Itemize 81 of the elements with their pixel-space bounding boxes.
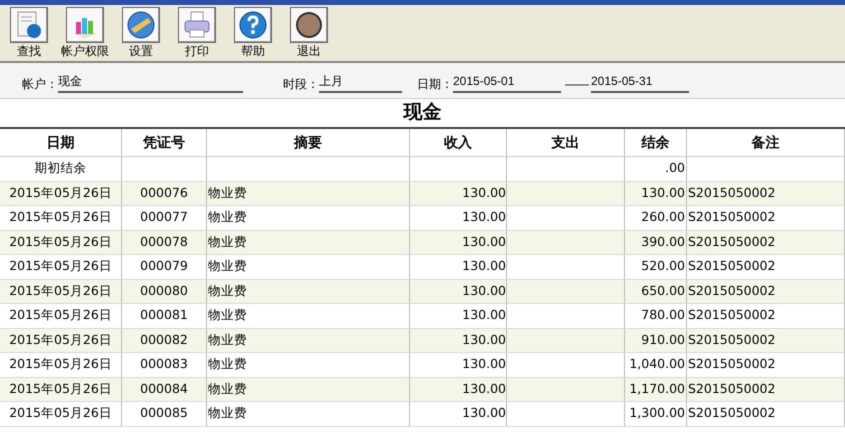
table-cell-text: 2015年05月26日 <box>9 355 112 374</box>
date-from-field[interactable]: 2015-05-01 <box>453 72 561 93</box>
period-label: 时段： <box>283 76 319 93</box>
column-header: 日期 <box>0 129 122 156</box>
table-cell-text: 390.00 <box>641 232 685 251</box>
date-to-field[interactable]: 2015-05-31 <box>591 72 689 93</box>
date-separator: —— <box>565 76 589 93</box>
table-cell-text: S2015050002 <box>688 208 776 226</box>
table-cell-text: 2015年05月26日 <box>9 282 112 300</box>
table-cell-text: 1,040.00 <box>629 355 685 374</box>
table-cell-text: 780.00 <box>641 306 685 324</box>
table-cell-text: 物业费 <box>208 355 247 374</box>
column-header: 结余 <box>625 129 687 156</box>
table-cell-text: .00 <box>665 159 685 178</box>
table-cell-text: 130.00 <box>462 330 506 349</box>
account-label: 帐户： <box>22 76 58 93</box>
table-cell-text: 000082 <box>140 330 188 349</box>
table-cell-text: 000079 <box>140 257 188 276</box>
table-cell-text: 2015年05月26日 <box>9 380 112 398</box>
table-title: 现金 <box>404 101 442 126</box>
table-cell-text: 130.00 <box>462 355 506 374</box>
column-header: 摘要 <box>207 129 410 156</box>
table-cell-text: 物业费 <box>208 306 247 324</box>
table-cell-text: 000078 <box>140 232 188 251</box>
table-cell-text: 000081 <box>140 306 188 324</box>
table-cell-text: S2015050002 <box>688 257 776 276</box>
table-cell-text: 2015年05月26日 <box>9 184 112 202</box>
column-header: 收入 <box>410 129 507 156</box>
table-cell-text: 物业费 <box>208 380 247 398</box>
table-cell-text: S2015050002 <box>688 404 776 422</box>
table-cell-text: S2015050002 <box>688 380 776 398</box>
table-cell-text: 物业费 <box>208 208 247 226</box>
table-cell-text: 000084 <box>140 380 188 398</box>
table-cell-text: 物业费 <box>208 257 247 276</box>
table-cell-text: 000080 <box>140 282 188 300</box>
printer-icon <box>182 10 212 40</box>
column-header: 支出 <box>507 129 625 156</box>
table-cell-text: 130.00 <box>462 232 506 251</box>
table-cell-text: S2015050002 <box>688 330 776 349</box>
table-cell-text: 910.00 <box>641 330 685 349</box>
table-cell-text: S2015050002 <box>688 306 776 324</box>
table-cell-text: 130.00 <box>462 208 506 226</box>
table-cell-text: 520.00 <box>641 257 685 276</box>
table-cell-text: 260.00 <box>641 208 685 226</box>
table-cell-text: 130.00 <box>462 184 506 202</box>
table-cell-text: 期初结余 <box>34 159 86 178</box>
table-cell-text: 000077 <box>140 208 188 226</box>
table-cell-text: S2015050002 <box>688 355 776 374</box>
table-cell-text: S2015050002 <box>688 232 776 251</box>
table-cell-text: 1,170.00 <box>629 380 685 398</box>
table-cell-text: 130.00 <box>462 404 506 422</box>
table-cell-text: 物业费 <box>208 282 247 300</box>
column-header: 备注 <box>687 129 845 156</box>
table-cell-text: 130.00 <box>462 257 506 276</box>
table-cell-text: 650.00 <box>641 282 685 300</box>
table-cell-text: 130.00 <box>641 184 685 202</box>
table-cell-text: 130.00 <box>462 282 506 300</box>
table-cell-text: S2015050002 <box>688 184 776 202</box>
date-label: 日期： <box>417 76 453 93</box>
table-cell-text: 2015年05月26日 <box>9 208 112 226</box>
table-cell-text: 1,300.00 <box>629 404 685 422</box>
table-cell-text: 物业费 <box>208 404 247 422</box>
table-cell-text: 130.00 <box>462 306 506 324</box>
table-cell-text: 000085 <box>140 404 188 422</box>
table-cell-text: 物业费 <box>208 232 247 251</box>
table-cell-text: 130.00 <box>462 380 506 398</box>
help-icon <box>238 10 268 40</box>
table-cell-text: 000083 <box>140 355 188 374</box>
table-cell-text: 2015年05月26日 <box>9 232 112 251</box>
round-knob-icon <box>294 10 324 40</box>
table-cell-text: 2015年05月26日 <box>9 330 112 349</box>
account-field[interactable]: 现金 <box>58 72 243 93</box>
period-field[interactable]: 上月 <box>319 72 402 93</box>
table-cell-text: 2015年05月26日 <box>9 257 112 276</box>
table-cell-text: 物业费 <box>208 184 247 202</box>
table-cell-text: 2015年05月26日 <box>9 306 112 324</box>
table-cell-text: S2015050002 <box>688 282 776 300</box>
table-cell-text: 000076 <box>140 184 188 202</box>
column-header: 凭证号 <box>122 129 207 156</box>
table-cell-text: 2015年05月26日 <box>9 404 112 422</box>
table-cell-text: 物业费 <box>208 330 247 349</box>
